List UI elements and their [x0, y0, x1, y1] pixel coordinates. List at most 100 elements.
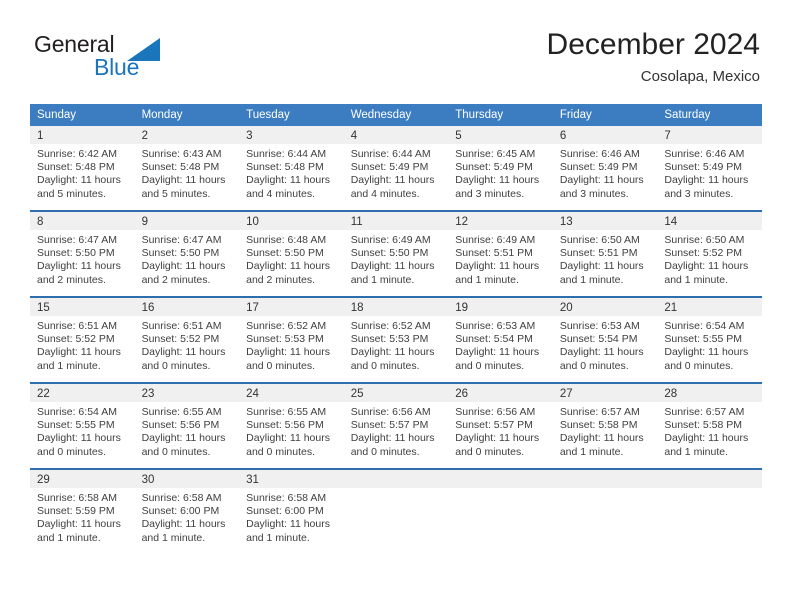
sunset-text: Sunset: 5:48 PM	[246, 161, 324, 174]
day-number: 3	[246, 130, 253, 142]
day-cell-content: 7 Sunrise: 6:46 AM Sunset: 5:49 PM Daylight…	[657, 126, 762, 210]
daylight-text-line1: Daylight: 11 hours	[559, 432, 644, 445]
calendar-day-cell[interactable]: 9 Sunrise: 6:47 AM Sunset: 5:50 PM Daylight…	[134, 210, 240, 297]
day-number: 1	[37, 130, 44, 142]
sunset-text: Sunset: 5:53 PM	[350, 333, 429, 346]
sunset-text: Sunset: 5:57 PM	[350, 419, 429, 432]
calendar-body: 1 Sunrise: 6:42 AM Sunset: 5:48 PM Daylight…	[30, 126, 762, 554]
day-number: 30	[141, 474, 155, 486]
daylight-text-line2: and 4 minutes.	[246, 187, 316, 200]
daylight-text-line1: Daylight: 11 hours	[37, 174, 121, 187]
day-number	[344, 470, 449, 473]
daylight-text-line2: and 0 minutes.	[37, 445, 106, 458]
day-number-band: 4	[343, 126, 449, 144]
day-number-band: 31	[239, 470, 344, 488]
calendar-day-cell[interactable]: 14 Sunrise: 6:50 AM Sunset: 5:52 PM Dayligh…	[657, 210, 762, 297]
calendar-day-cell[interactable]: 21 Sunrise: 6:54 AM Sunset: 5:55 PM Dayligh…	[657, 296, 762, 383]
day-cell-content: 19 Sunrise: 6:53 AM Sunset: 5:54 PM Dayligh…	[448, 298, 553, 382]
calendar-week-row: 15 Sunrise: 6:51 AM Sunset: 5:52 PM Dayligh…	[30, 296, 762, 383]
sunrise-text: Sunrise: 6:56 AM	[455, 406, 536, 418]
calendar-day-cell[interactable]: 15 Sunrise: 6:51 AM Sunset: 5:52 PM Dayligh…	[30, 296, 135, 383]
day-number-band	[657, 470, 762, 488]
sunset-text: Sunset: 6:00 PM	[246, 505, 324, 518]
weekday-header-tuesday: Tuesday	[239, 104, 344, 126]
day-cell-content: 1 Sunrise: 6:42 AM Sunset: 5:48 PM Daylight…	[30, 126, 135, 210]
calendar-day-cell[interactable]: 4 Sunrise: 6:44 AM Sunset: 5:49 PM Daylight…	[343, 126, 449, 211]
day-cell-content: 22 Sunrise: 6:54 AM Sunset: 5:55 PM Dayligh…	[30, 384, 135, 468]
sunrise-text: Sunrise: 6:43 AM	[141, 148, 222, 160]
calendar-day-cell[interactable]: 6 Sunrise: 6:46 AM Sunset: 5:49 PM Daylight…	[552, 126, 658, 211]
daylight-text-line2: and 0 minutes.	[350, 359, 420, 372]
daylight-text-line2: and 1 minute.	[559, 273, 624, 286]
calendar-day-cell[interactable]: 23 Sunrise: 6:55 AM Sunset: 5:56 PM Dayligh…	[134, 382, 240, 469]
sunrise-text: Sunrise: 6:52 AM	[246, 320, 327, 332]
calendar-day-cell[interactable]: 16 Sunrise: 6:51 AM Sunset: 5:52 PM Dayligh…	[134, 296, 240, 383]
day-sun-info: Sunrise: 6:54 AM Sunset: 5:55 PM Daylight:…	[30, 402, 135, 459]
day-number: 27	[559, 388, 573, 400]
day-sun-info: Sunrise: 6:51 AM Sunset: 5:52 PM Daylight:…	[135, 316, 240, 373]
calendar-week-row: 22 Sunrise: 6:54 AM Sunset: 5:55 PM Dayligh…	[30, 382, 762, 469]
calendar-day-cell[interactable]: 30 Sunrise: 6:58 AM Sunset: 6:00 PM Dayligh…	[134, 468, 240, 554]
calendar-day-cell[interactable]: 29 Sunrise: 6:58 AM Sunset: 5:59 PM Dayligh…	[30, 468, 135, 554]
daylight-text-line1: Daylight: 11 hours	[455, 174, 540, 187]
sunrise-text: Sunrise: 6:50 AM	[559, 234, 640, 246]
calendar-day-cell[interactable]: 11 Sunrise: 6:49 AM Sunset: 5:50 PM Dayligh…	[343, 210, 449, 297]
sunrise-text: Sunrise: 6:57 AM	[559, 406, 640, 418]
day-sun-info: Sunrise: 6:58 AM Sunset: 6:00 PM Daylight:…	[135, 488, 240, 545]
sunrise-text: Sunrise: 6:54 AM	[664, 320, 745, 332]
calendar-day-cell	[657, 468, 762, 554]
day-number	[657, 470, 762, 473]
calendar-day-cell[interactable]: 22 Sunrise: 6:54 AM Sunset: 5:55 PM Dayligh…	[30, 382, 135, 469]
daylight-text-line2: and 1 minute.	[664, 273, 729, 286]
weekday-header-monday: Monday	[134, 104, 240, 126]
general-blue-logo[interactable]: General Blue	[34, 30, 184, 88]
day-cell-content: 27 Sunrise: 6:57 AM Sunset: 5:58 PM Dayligh…	[552, 384, 658, 468]
day-number-band: 10	[239, 212, 344, 230]
day-number: 20	[559, 302, 573, 314]
calendar-day-cell[interactable]: 10 Sunrise: 6:48 AM Sunset: 5:50 PM Dayligh…	[239, 210, 344, 297]
sunrise-text: Sunrise: 6:55 AM	[246, 406, 327, 418]
calendar-day-cell[interactable]: 19 Sunrise: 6:53 AM Sunset: 5:54 PM Dayligh…	[448, 296, 553, 383]
calendar-day-cell[interactable]: 7 Sunrise: 6:46 AM Sunset: 5:49 PM Daylight…	[657, 126, 762, 211]
calendar-day-cell[interactable]: 31 Sunrise: 6:58 AM Sunset: 6:00 PM Dayligh…	[239, 468, 344, 554]
day-number-band: 5	[448, 126, 553, 144]
sunrise-text: Sunrise: 6:51 AM	[37, 320, 117, 332]
day-sun-info: Sunrise: 6:57 AM Sunset: 5:58 PM Daylight:…	[553, 402, 658, 459]
sunset-text: Sunset: 5:51 PM	[559, 247, 638, 260]
daylight-text-line1: Daylight: 11 hours	[246, 174, 330, 187]
calendar-day-cell[interactable]: 8 Sunrise: 6:47 AM Sunset: 5:50 PM Daylight…	[30, 210, 135, 297]
calendar-day-cell[interactable]: 28 Sunrise: 6:57 AM Sunset: 5:58 PM Dayligh…	[657, 382, 762, 469]
day-number: 15	[37, 302, 50, 314]
sunset-text: Sunset: 5:57 PM	[455, 419, 533, 432]
daylight-text-line1: Daylight: 11 hours	[246, 518, 330, 531]
sunrise-text: Sunrise: 6:44 AM	[246, 148, 327, 160]
calendar-day-cell[interactable]: 24 Sunrise: 6:55 AM Sunset: 5:56 PM Dayligh…	[239, 382, 344, 469]
calendar-day-cell[interactable]: 12 Sunrise: 6:49 AM Sunset: 5:51 PM Dayligh…	[448, 210, 553, 297]
sunset-text: Sunset: 5:58 PM	[559, 419, 638, 432]
calendar-day-cell[interactable]: 1 Sunrise: 6:42 AM Sunset: 5:48 PM Daylight…	[30, 126, 135, 211]
day-sun-info: Sunrise: 6:45 AM Sunset: 5:49 PM Daylight:…	[448, 144, 553, 201]
daylight-text-line2: and 0 minutes.	[455, 359, 525, 372]
calendar-day-cell[interactable]: 27 Sunrise: 6:57 AM Sunset: 5:58 PM Dayligh…	[552, 382, 658, 469]
day-number: 28	[664, 388, 678, 400]
daylight-text-line1: Daylight: 11 hours	[664, 260, 749, 273]
day-number-band: 24	[239, 384, 344, 402]
day-cell-content: 25 Sunrise: 6:56 AM Sunset: 5:57 PM Dayligh…	[343, 384, 449, 468]
calendar-day-cell[interactable]: 13 Sunrise: 6:50 AM Sunset: 5:51 PM Dayligh…	[552, 210, 658, 297]
day-cell-content: 24 Sunrise: 6:55 AM Sunset: 5:56 PM Dayligh…	[239, 384, 344, 468]
calendar-day-cell[interactable]: 26 Sunrise: 6:56 AM Sunset: 5:57 PM Dayligh…	[448, 382, 553, 469]
calendar-day-cell[interactable]: 3 Sunrise: 6:44 AM Sunset: 5:48 PM Daylight…	[239, 126, 344, 211]
day-number	[553, 470, 658, 473]
calendar-day-cell[interactable]: 17 Sunrise: 6:52 AM Sunset: 5:53 PM Dayligh…	[239, 296, 344, 383]
calendar-day-cell[interactable]: 18 Sunrise: 6:52 AM Sunset: 5:53 PM Dayligh…	[343, 296, 449, 383]
calendar-day-cell	[448, 468, 553, 554]
calendar-day-cell[interactable]: 5 Sunrise: 6:45 AM Sunset: 5:49 PM Daylight…	[448, 126, 553, 211]
daylight-text-line1: Daylight: 11 hours	[37, 518, 121, 531]
calendar-day-cell[interactable]: 2 Sunrise: 6:43 AM Sunset: 5:48 PM Daylight…	[134, 126, 240, 211]
calendar-week-row: 1 Sunrise: 6:42 AM Sunset: 5:48 PM Daylight…	[30, 126, 762, 211]
calendar-day-cell[interactable]: 20 Sunrise: 6:53 AM Sunset: 5:54 PM Dayligh…	[552, 296, 658, 383]
day-number-band: 22	[30, 384, 135, 402]
calendar-day-cell[interactable]: 25 Sunrise: 6:56 AM Sunset: 5:57 PM Dayligh…	[343, 382, 449, 469]
calendar-header-row: Sunday Monday Tuesday Wednesday Thursday…	[30, 104, 762, 126]
day-cell-content: 2 Sunrise: 6:43 AM Sunset: 5:48 PM Daylight…	[134, 126, 240, 210]
